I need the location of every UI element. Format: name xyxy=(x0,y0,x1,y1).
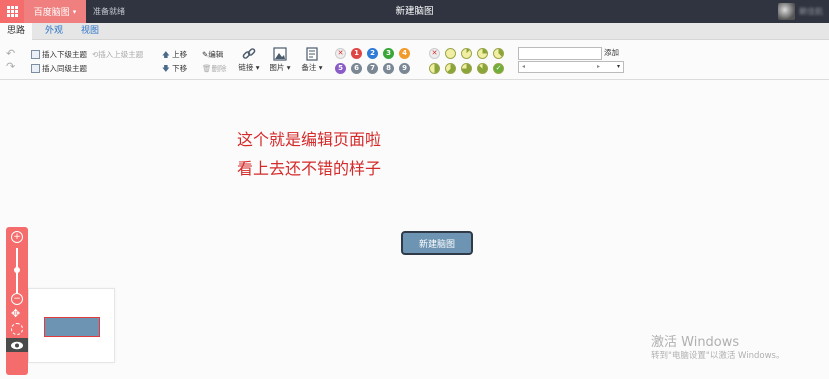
progress-6-icon[interactable] xyxy=(461,63,472,74)
progress-clear-icon[interactable]: ✕ xyxy=(429,48,440,59)
scroll-right-icon[interactable]: ▸ xyxy=(597,63,600,70)
progress-3-icon[interactable] xyxy=(493,48,504,59)
eye-icon xyxy=(11,341,23,349)
undo-icon[interactable]: ↶ xyxy=(6,47,15,60)
annotation-line-1: 这个就是编辑页面啦 xyxy=(237,130,382,149)
image-button[interactable]: 图片 ▾ xyxy=(266,47,294,73)
move-down-label: 下移 xyxy=(172,64,188,73)
link-label: 链接 xyxy=(238,63,254,72)
arrow-up-icon: 🡅 xyxy=(162,50,170,59)
resource-add-button[interactable]: 添加 xyxy=(604,47,619,58)
save-status: 准备就绪 xyxy=(93,7,125,16)
mini-map[interactable] xyxy=(28,288,115,363)
delete-button[interactable]: 🗑删除 xyxy=(202,63,227,74)
edit-button[interactable]: ✎编辑 xyxy=(202,49,223,60)
username: 赖佳航 xyxy=(799,7,823,16)
resource-input[interactable] xyxy=(518,47,602,60)
resource-dropdown-icon[interactable]: ▾ xyxy=(617,63,620,70)
arrow-down-icon: 🡇 xyxy=(162,64,170,73)
top-bar: 百度脑图 ▾ 准备就绪 新建脑图 赖佳航 xyxy=(0,0,829,23)
redo-icon[interactable]: ↷ xyxy=(6,60,15,73)
toolbar: ↶ ↷ 插入下级主题 ⟲插入上级主题 插入同级主题 🡅 上移 🡇 下移 ✎编辑 … xyxy=(0,40,829,80)
priority-5-icon[interactable]: 5 xyxy=(335,63,346,74)
insert-sibling-button[interactable]: 插入同级主题 xyxy=(31,63,87,74)
progress-1-icon[interactable] xyxy=(461,48,472,59)
caret-down-icon: ▾ xyxy=(72,7,77,16)
zoom-in-icon[interactable]: + xyxy=(11,231,23,243)
image-label: 图片 xyxy=(269,63,285,72)
link-icon xyxy=(242,48,256,59)
activation-watermark-text: 转到"电脑设置"以激活 Windows。 xyxy=(651,351,785,361)
progress-0-icon[interactable] xyxy=(445,48,456,59)
tab-bar: 思路 外观 视图 xyxy=(0,23,829,41)
insert-sibling-label: 插入同级主题 xyxy=(42,64,87,73)
insert-child-icon xyxy=(31,50,40,59)
edit-label: 编辑 xyxy=(208,50,224,59)
user-menu[interactable]: 赖佳航 xyxy=(778,2,823,21)
priority-3-icon[interactable]: 3 xyxy=(383,48,394,59)
progress-2-icon[interactable] xyxy=(477,48,488,59)
insert-sibling-icon xyxy=(31,64,40,73)
progress-7-icon[interactable] xyxy=(477,63,488,74)
tab-idea[interactable]: 思路 xyxy=(0,23,32,41)
tab-appearance[interactable]: 外观 xyxy=(38,23,70,40)
tab-view[interactable]: 视图 xyxy=(74,23,106,40)
zoom-out-icon[interactable]: − xyxy=(11,293,23,305)
priority-clear-icon[interactable]: ✕ xyxy=(335,48,346,59)
move-icon[interactable]: ✥ xyxy=(11,308,20,320)
note-icon xyxy=(306,47,318,61)
zoom-pan-panel: + − ✥ xyxy=(6,227,28,375)
priority-9-icon[interactable]: 9 xyxy=(399,63,410,74)
insert-child-button[interactable]: 插入下级主题 xyxy=(31,49,87,60)
delete-label: 删除 xyxy=(211,64,227,73)
priority-8-icon[interactable]: 8 xyxy=(383,63,394,74)
note-button[interactable]: 备注 ▾ xyxy=(298,47,326,73)
mini-map-viewport[interactable] xyxy=(44,317,100,337)
annotation-line-2: 看上去还不错的样子 xyxy=(237,159,382,178)
trash-icon: 🗑 xyxy=(202,64,212,73)
zoom-slider-handle[interactable] xyxy=(14,267,20,273)
locate-icon[interactable] xyxy=(11,323,23,335)
activation-watermark-title: 激活 Windows xyxy=(651,335,740,350)
priority-4-icon[interactable]: 4 xyxy=(399,48,410,59)
progress-done-icon[interactable]: ✓ xyxy=(493,63,504,74)
note-label: 备注 xyxy=(301,63,317,72)
grid-icon xyxy=(6,6,18,17)
insert-parent-button[interactable]: ⟲插入上级主题 xyxy=(92,49,143,60)
scroll-left-icon[interactable]: ◂ xyxy=(522,63,525,70)
priority-7-icon[interactable]: 7 xyxy=(367,63,378,74)
priority-1-icon[interactable]: 1 xyxy=(351,48,362,59)
insert-parent-label: 插入上级主题 xyxy=(98,50,144,59)
link-button[interactable]: 链接 ▾ xyxy=(236,47,262,73)
brand-menu[interactable]: 百度脑图 ▾ xyxy=(24,0,86,23)
resource-list[interactable]: ◂ ▸ ▾ xyxy=(518,61,624,73)
progress-5-icon[interactable] xyxy=(445,63,456,74)
navigator-toggle[interactable] xyxy=(6,338,28,352)
image-icon xyxy=(273,47,287,61)
priority-6-icon[interactable]: 6 xyxy=(351,63,362,74)
progress-4-icon[interactable] xyxy=(429,63,440,74)
brand-label: 百度脑图 xyxy=(33,8,70,18)
priority-2-icon[interactable]: 2 xyxy=(367,48,378,59)
move-down-button[interactable]: 🡇 下移 xyxy=(162,63,187,76)
insert-child-label: 插入下级主题 xyxy=(42,50,87,59)
avatar xyxy=(778,3,795,20)
root-node[interactable]: 新建脑图 xyxy=(401,231,473,255)
move-up-label: 上移 xyxy=(172,50,188,59)
move-up-button[interactable]: 🡅 上移 xyxy=(162,49,187,62)
root-node-label: 新建脑图 xyxy=(418,239,455,250)
app-menu-button[interactable] xyxy=(0,0,24,23)
